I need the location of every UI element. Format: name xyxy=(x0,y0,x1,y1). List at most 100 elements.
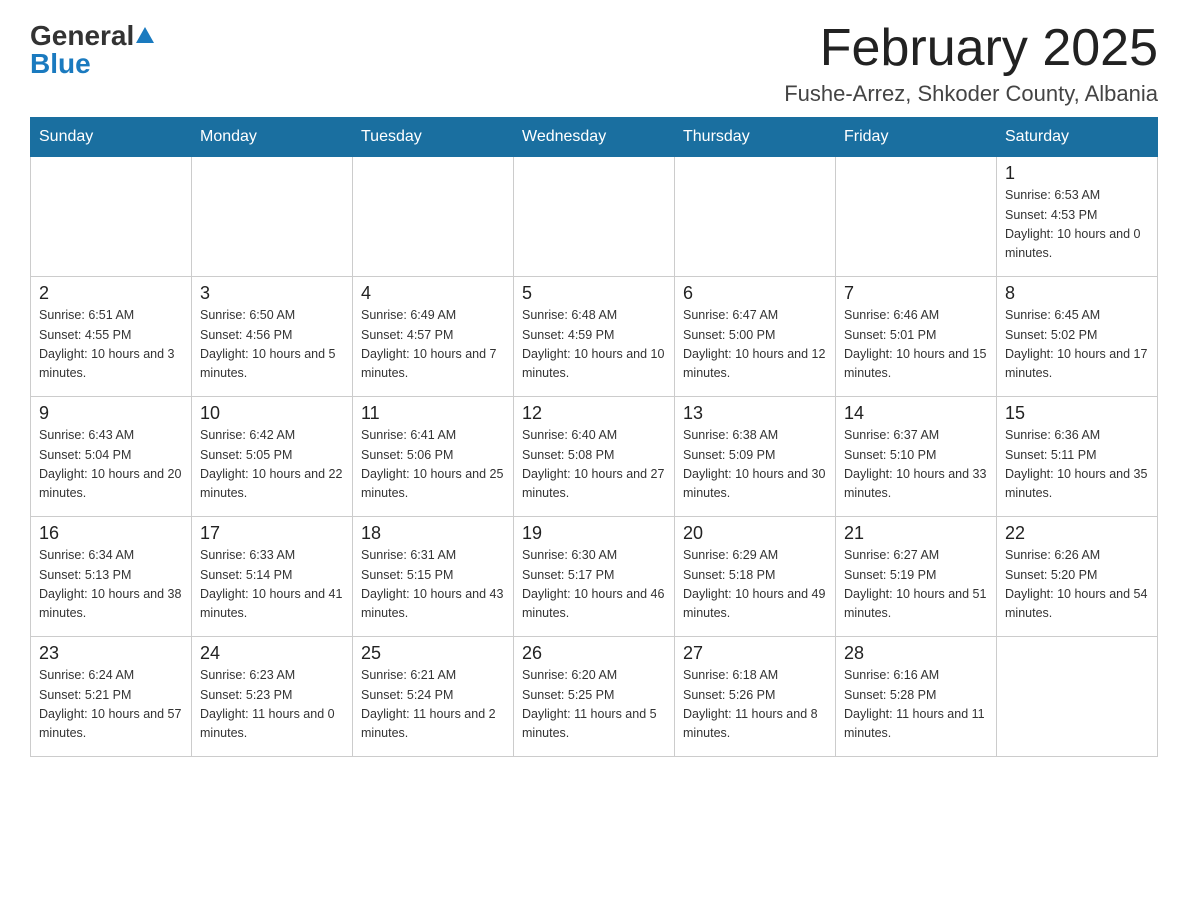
day-number: 11 xyxy=(361,403,505,424)
day-number: 4 xyxy=(361,283,505,304)
day-info: Sunrise: 6:36 AM Sunset: 5:11 PM Dayligh… xyxy=(1005,426,1149,504)
calendar-cell xyxy=(514,157,675,277)
day-info: Sunrise: 6:24 AM Sunset: 5:21 PM Dayligh… xyxy=(39,666,183,744)
logo-icon xyxy=(134,25,156,47)
day-number: 15 xyxy=(1005,403,1149,424)
day-number: 28 xyxy=(844,643,988,664)
day-number: 1 xyxy=(1005,163,1149,184)
day-info: Sunrise: 6:29 AM Sunset: 5:18 PM Dayligh… xyxy=(683,546,827,624)
calendar-cell: 3Sunrise: 6:50 AM Sunset: 4:56 PM Daylig… xyxy=(192,277,353,397)
day-info: Sunrise: 6:37 AM Sunset: 5:10 PM Dayligh… xyxy=(844,426,988,504)
day-info: Sunrise: 6:45 AM Sunset: 5:02 PM Dayligh… xyxy=(1005,306,1149,384)
calendar-cell: 27Sunrise: 6:18 AM Sunset: 5:26 PM Dayli… xyxy=(675,637,836,757)
day-info: Sunrise: 6:48 AM Sunset: 4:59 PM Dayligh… xyxy=(522,306,666,384)
calendar-table: SundayMondayTuesdayWednesdayThursdayFrid… xyxy=(30,117,1158,757)
logo: General Blue xyxy=(30,20,156,80)
day-info: Sunrise: 6:23 AM Sunset: 5:23 PM Dayligh… xyxy=(200,666,344,744)
calendar-cell xyxy=(675,157,836,277)
day-info: Sunrise: 6:30 AM Sunset: 5:17 PM Dayligh… xyxy=(522,546,666,624)
day-number: 12 xyxy=(522,403,666,424)
day-number: 22 xyxy=(1005,523,1149,544)
calendar-cell: 11Sunrise: 6:41 AM Sunset: 5:06 PM Dayli… xyxy=(353,397,514,517)
day-number: 21 xyxy=(844,523,988,544)
calendar-week-row: 2Sunrise: 6:51 AM Sunset: 4:55 PM Daylig… xyxy=(31,277,1158,397)
day-number: 10 xyxy=(200,403,344,424)
calendar-cell: 13Sunrise: 6:38 AM Sunset: 5:09 PM Dayli… xyxy=(675,397,836,517)
calendar-cell: 23Sunrise: 6:24 AM Sunset: 5:21 PM Dayli… xyxy=(31,637,192,757)
calendar-week-row: 1Sunrise: 6:53 AM Sunset: 4:53 PM Daylig… xyxy=(31,157,1158,277)
calendar-cell: 4Sunrise: 6:49 AM Sunset: 4:57 PM Daylig… xyxy=(353,277,514,397)
day-info: Sunrise: 6:31 AM Sunset: 5:15 PM Dayligh… xyxy=(361,546,505,624)
calendar-cell xyxy=(31,157,192,277)
day-number: 18 xyxy=(361,523,505,544)
day-number: 20 xyxy=(683,523,827,544)
day-info: Sunrise: 6:47 AM Sunset: 5:00 PM Dayligh… xyxy=(683,306,827,384)
day-info: Sunrise: 6:38 AM Sunset: 5:09 PM Dayligh… xyxy=(683,426,827,504)
calendar-cell: 8Sunrise: 6:45 AM Sunset: 5:02 PM Daylig… xyxy=(997,277,1158,397)
calendar-week-row: 23Sunrise: 6:24 AM Sunset: 5:21 PM Dayli… xyxy=(31,637,1158,757)
day-number: 13 xyxy=(683,403,827,424)
calendar-header-wednesday: Wednesday xyxy=(514,118,675,157)
calendar-cell xyxy=(353,157,514,277)
calendar-cell: 6Sunrise: 6:47 AM Sunset: 5:00 PM Daylig… xyxy=(675,277,836,397)
day-number: 25 xyxy=(361,643,505,664)
day-info: Sunrise: 6:20 AM Sunset: 5:25 PM Dayligh… xyxy=(522,666,666,744)
day-info: Sunrise: 6:27 AM Sunset: 5:19 PM Dayligh… xyxy=(844,546,988,624)
calendar-cell: 21Sunrise: 6:27 AM Sunset: 5:19 PM Dayli… xyxy=(836,517,997,637)
day-number: 7 xyxy=(844,283,988,304)
day-info: Sunrise: 6:34 AM Sunset: 5:13 PM Dayligh… xyxy=(39,546,183,624)
calendar-cell: 10Sunrise: 6:42 AM Sunset: 5:05 PM Dayli… xyxy=(192,397,353,517)
month-title: February 2025 xyxy=(784,20,1158,77)
day-number: 19 xyxy=(522,523,666,544)
day-number: 3 xyxy=(200,283,344,304)
day-info: Sunrise: 6:49 AM Sunset: 4:57 PM Dayligh… xyxy=(361,306,505,384)
calendar-header-tuesday: Tuesday xyxy=(353,118,514,157)
day-info: Sunrise: 6:53 AM Sunset: 4:53 PM Dayligh… xyxy=(1005,186,1149,264)
day-info: Sunrise: 6:43 AM Sunset: 5:04 PM Dayligh… xyxy=(39,426,183,504)
day-number: 26 xyxy=(522,643,666,664)
day-number: 5 xyxy=(522,283,666,304)
calendar-cell: 22Sunrise: 6:26 AM Sunset: 5:20 PM Dayli… xyxy=(997,517,1158,637)
calendar-cell: 19Sunrise: 6:30 AM Sunset: 5:17 PM Dayli… xyxy=(514,517,675,637)
location-title: Fushe-Arrez, Shkoder County, Albania xyxy=(784,81,1158,107)
day-info: Sunrise: 6:50 AM Sunset: 4:56 PM Dayligh… xyxy=(200,306,344,384)
calendar-cell xyxy=(997,637,1158,757)
calendar-cell: 7Sunrise: 6:46 AM Sunset: 5:01 PM Daylig… xyxy=(836,277,997,397)
calendar-cell: 28Sunrise: 6:16 AM Sunset: 5:28 PM Dayli… xyxy=(836,637,997,757)
day-info: Sunrise: 6:41 AM Sunset: 5:06 PM Dayligh… xyxy=(361,426,505,504)
day-number: 6 xyxy=(683,283,827,304)
calendar-cell: 5Sunrise: 6:48 AM Sunset: 4:59 PM Daylig… xyxy=(514,277,675,397)
day-number: 23 xyxy=(39,643,183,664)
calendar-week-row: 16Sunrise: 6:34 AM Sunset: 5:13 PM Dayli… xyxy=(31,517,1158,637)
logo-blue-text: Blue xyxy=(30,48,91,79)
calendar-header-monday: Monday xyxy=(192,118,353,157)
day-info: Sunrise: 6:18 AM Sunset: 5:26 PM Dayligh… xyxy=(683,666,827,744)
day-number: 2 xyxy=(39,283,183,304)
day-info: Sunrise: 6:51 AM Sunset: 4:55 PM Dayligh… xyxy=(39,306,183,384)
calendar-cell: 20Sunrise: 6:29 AM Sunset: 5:18 PM Dayli… xyxy=(675,517,836,637)
day-number: 27 xyxy=(683,643,827,664)
day-number: 24 xyxy=(200,643,344,664)
calendar-header-saturday: Saturday xyxy=(997,118,1158,157)
day-number: 9 xyxy=(39,403,183,424)
calendar-cell: 17Sunrise: 6:33 AM Sunset: 5:14 PM Dayli… xyxy=(192,517,353,637)
calendar-week-row: 9Sunrise: 6:43 AM Sunset: 5:04 PM Daylig… xyxy=(31,397,1158,517)
day-info: Sunrise: 6:21 AM Sunset: 5:24 PM Dayligh… xyxy=(361,666,505,744)
day-info: Sunrise: 6:33 AM Sunset: 5:14 PM Dayligh… xyxy=(200,546,344,624)
calendar-cell: 16Sunrise: 6:34 AM Sunset: 5:13 PM Dayli… xyxy=(31,517,192,637)
title-section: February 2025 Fushe-Arrez, Shkoder Count… xyxy=(784,20,1158,107)
calendar-header-sunday: Sunday xyxy=(31,118,192,157)
calendar-cell: 9Sunrise: 6:43 AM Sunset: 5:04 PM Daylig… xyxy=(31,397,192,517)
day-number: 8 xyxy=(1005,283,1149,304)
calendar-cell xyxy=(192,157,353,277)
calendar-cell: 18Sunrise: 6:31 AM Sunset: 5:15 PM Dayli… xyxy=(353,517,514,637)
calendar-header-thursday: Thursday xyxy=(675,118,836,157)
calendar-cell: 14Sunrise: 6:37 AM Sunset: 5:10 PM Dayli… xyxy=(836,397,997,517)
day-number: 16 xyxy=(39,523,183,544)
calendar-header-row: SundayMondayTuesdayWednesdayThursdayFrid… xyxy=(31,118,1158,157)
calendar-cell: 26Sunrise: 6:20 AM Sunset: 5:25 PM Dayli… xyxy=(514,637,675,757)
calendar-cell: 15Sunrise: 6:36 AM Sunset: 5:11 PM Dayli… xyxy=(997,397,1158,517)
page-header: General Blue February 2025 Fushe-Arrez, … xyxy=(30,20,1158,107)
calendar-cell xyxy=(836,157,997,277)
day-info: Sunrise: 6:26 AM Sunset: 5:20 PM Dayligh… xyxy=(1005,546,1149,624)
